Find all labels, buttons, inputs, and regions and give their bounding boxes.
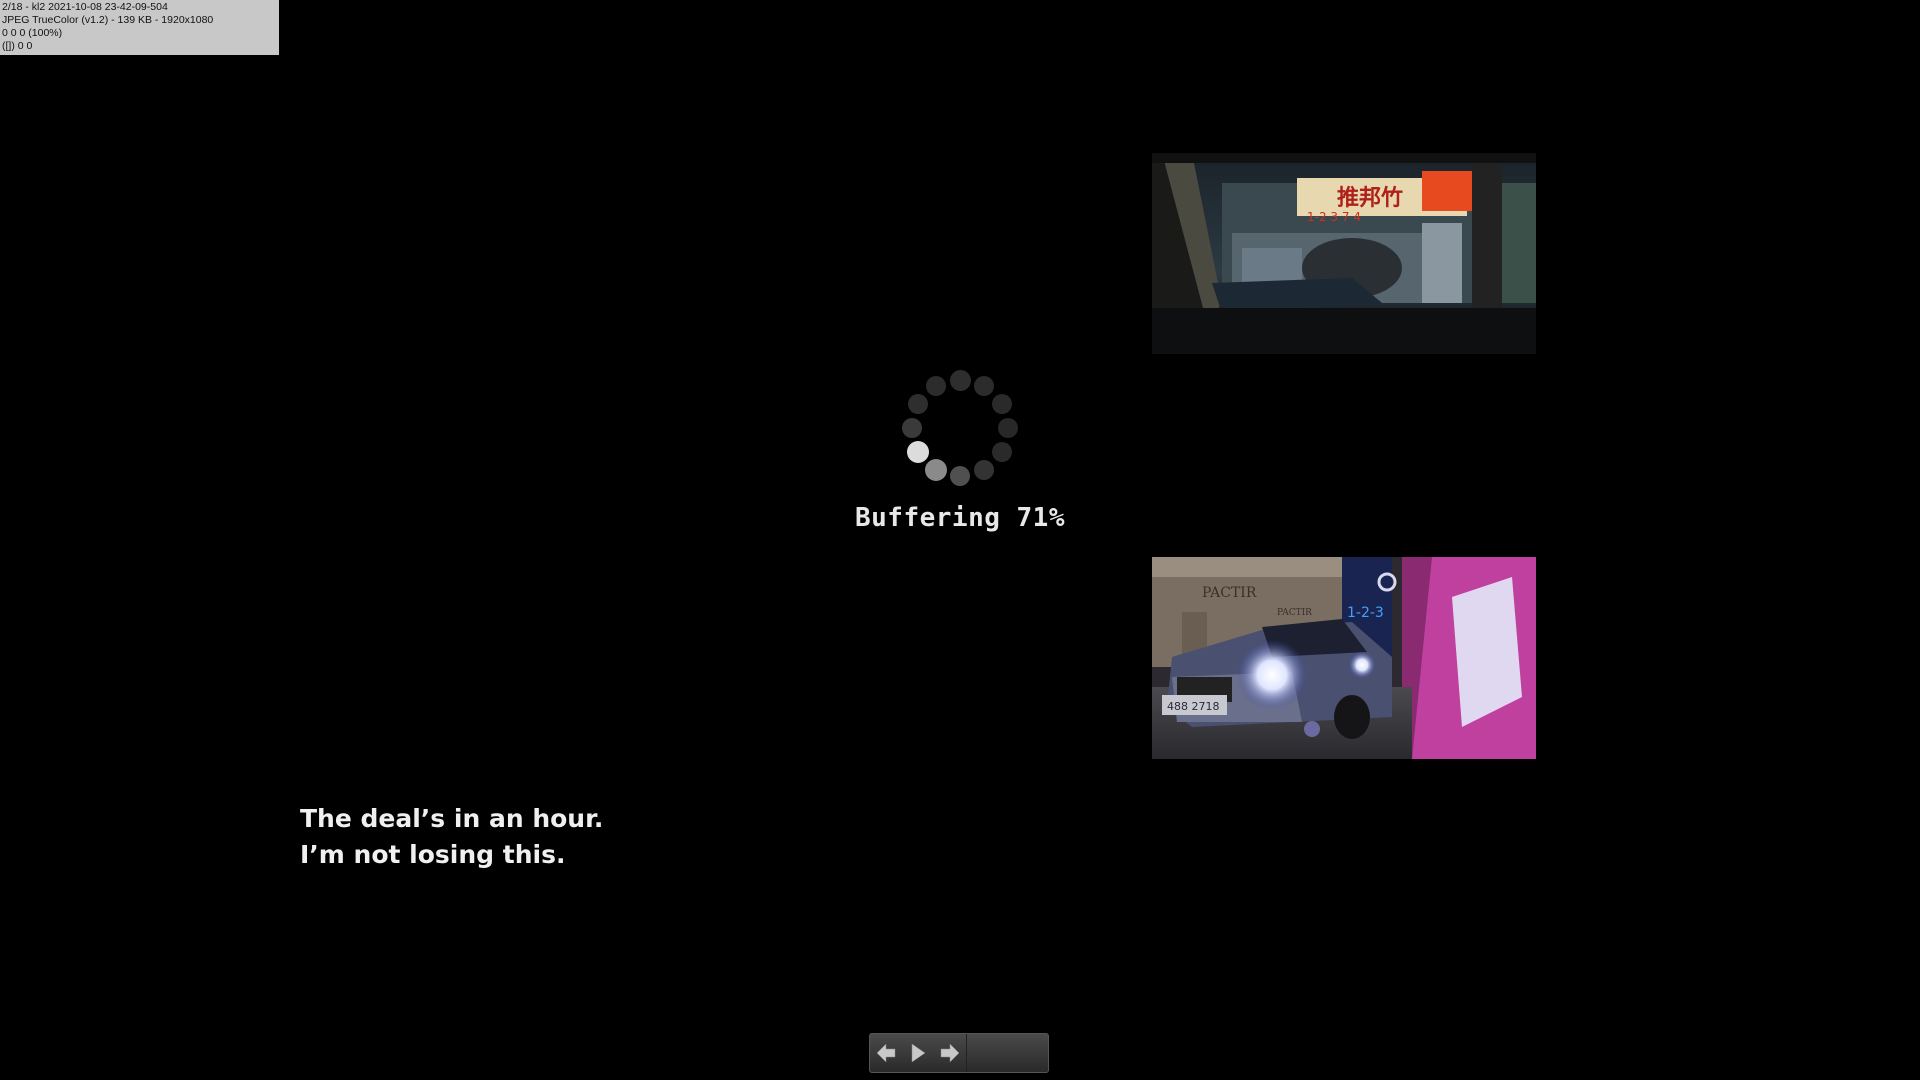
thumb-car-headlights: PACTIR PACTIR 1-2-3 488 2718 xyxy=(1152,557,1536,759)
spinner-dot xyxy=(907,441,930,463)
previous-button[interactable] xyxy=(870,1034,902,1072)
spinner-dot xyxy=(974,459,994,480)
spinner-dot xyxy=(902,418,922,438)
thumb-car-window-street: 推邦竹 1-2 3 7 4 xyxy=(1152,153,1536,354)
image-info-overlay: 2/18 - kl2 2021-10-08 23-42-09-504 JPEG … xyxy=(0,0,279,55)
navigation-toolbar xyxy=(869,1033,1049,1073)
info-line-format: JPEG TrueColor (v1.2) - 139 KB - 1920x10… xyxy=(2,14,214,26)
play-icon xyxy=(911,1043,926,1063)
spinner-dot xyxy=(926,376,946,397)
viewer-stage: 2/18 - kl2 2021-10-08 23-42-09-504 JPEG … xyxy=(0,0,1920,1080)
toolbar-empty-area xyxy=(966,1034,1048,1072)
loading-spinner-icon xyxy=(901,369,1019,487)
svg-text:488 2718: 488 2718 xyxy=(1167,700,1220,713)
subtitle-line-1: The deal’s in an hour. xyxy=(300,804,604,833)
spinner-dot xyxy=(991,442,1012,462)
info-line-zoom: 0 0 0 (100%) xyxy=(2,27,63,39)
subtitle-text: The deal’s in an hour. I’m not losing th… xyxy=(300,801,603,873)
arrow-right-icon xyxy=(940,1043,960,1063)
svg-text:推邦竹: 推邦竹 xyxy=(1337,185,1403,211)
info-line-filename: 2/18 - kl2 2021-10-08 23-42-09-504 xyxy=(2,1,168,13)
subtitle-line-2: I’m not losing this. xyxy=(300,840,566,869)
spinner-dot xyxy=(949,369,971,391)
svg-text:PACTIR: PACTIR xyxy=(1202,585,1257,601)
arrow-left-icon xyxy=(876,1043,896,1063)
spinner-dot xyxy=(998,418,1018,438)
info-line-selection: ([]) 0 0 xyxy=(2,40,33,52)
spinner-dot xyxy=(925,458,947,481)
spinner-dot xyxy=(991,394,1012,414)
svg-text:1-2-3: 1-2-3 xyxy=(1347,605,1384,621)
spinner-dot xyxy=(908,394,929,414)
svg-text:1-2 3 7 4: 1-2 3 7 4 xyxy=(1307,210,1361,224)
buffering-status: Buffering 71% xyxy=(855,503,1065,533)
svg-text:PACTIR: PACTIR xyxy=(1277,608,1312,618)
next-button[interactable] xyxy=(934,1034,966,1072)
spinner-dot xyxy=(974,376,994,397)
spinner-dot xyxy=(950,466,970,486)
play-button[interactable] xyxy=(902,1034,934,1072)
